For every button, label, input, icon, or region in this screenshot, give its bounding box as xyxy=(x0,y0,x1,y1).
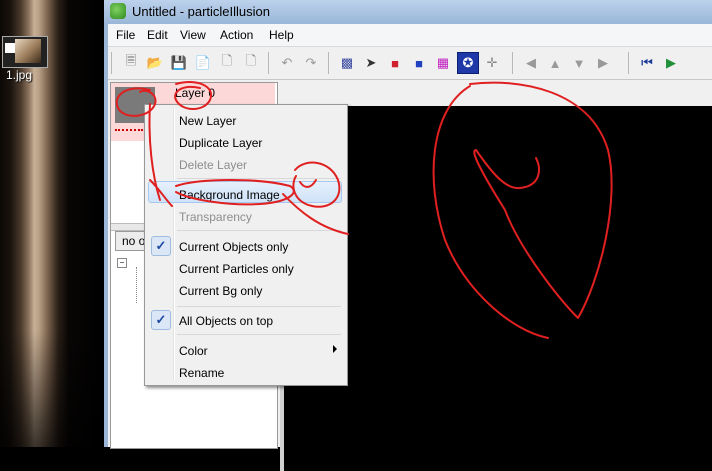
scribble-arrow-line xyxy=(148,103,173,207)
scribble-leader-line xyxy=(282,193,349,235)
scribble-large-shape xyxy=(432,81,613,339)
scribble-layer-name-circle xyxy=(174,81,213,110)
scribble-background-image-underline xyxy=(175,179,295,206)
red-scribble-annotations xyxy=(115,81,613,339)
scribble-tick-circle xyxy=(292,161,341,208)
